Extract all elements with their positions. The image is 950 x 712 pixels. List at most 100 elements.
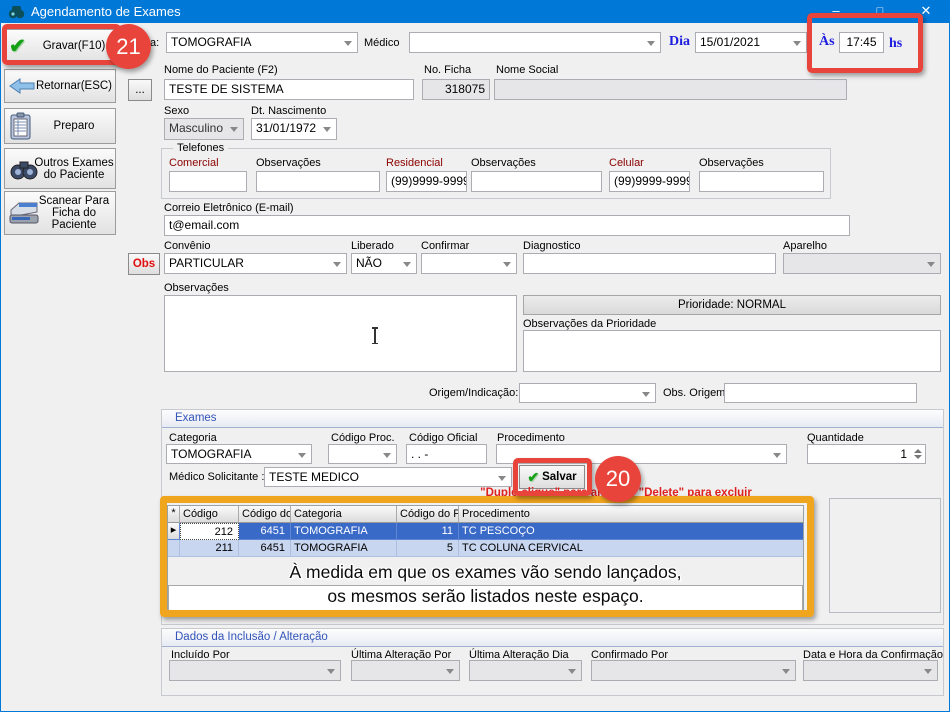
nascimento-select[interactable]: 31/01/1972 [251,118,337,140]
codigo-oficial-label: Código Oficial [409,432,477,444]
chevron-down-icon [403,262,411,267]
telefones-title: Telefones [173,142,228,154]
chevron-down-icon [344,41,352,46]
annotation-box-time [807,13,923,73]
ultima-alteracao-por-select[interactable] [351,660,460,681]
chevron-down-icon [793,41,801,46]
retornar-button[interactable]: Retornar(ESC) [4,69,116,103]
observacoes-label: Observações [164,282,229,294]
obs-residencial-input[interactable] [471,171,602,192]
liberado-label: Liberado [351,240,394,252]
medico-solicitante-label: Médico Solicitante : [169,471,264,483]
obs-origem-input[interactable] [724,383,917,403]
quantidade-stepper[interactable]: 1 [807,444,926,464]
retornar-label: Retornar(ESC) [36,80,112,92]
codigo-proc-label: Código Proc. [331,432,395,444]
sexo-value: Masculino [169,121,227,135]
liberado-value: NÃO [356,256,400,270]
sexo-label: Sexo [164,105,189,117]
chevron-down-icon [323,127,331,132]
quantidade-value: 1 [900,447,907,461]
ultima-alteracao-dia-select[interactable] [469,660,582,681]
ficha-field: 318075 [422,79,490,100]
codigo-oficial-input[interactable]: . . - [406,444,487,464]
chevron-down-icon [782,669,790,674]
comercial-label: Comercial [169,157,219,169]
convenio-label: Convênio [164,240,210,252]
medico-solicitante-value: TESTE MEDICO [269,470,495,484]
app-window: Agendamento de Exames – □ ✕ ✔ Gravar(F10… [0,0,950,712]
annotation-badge-20: 20 [595,456,641,502]
obs-comercial-input[interactable] [256,171,380,192]
celular-input[interactable]: (99)9999-9999 [609,171,690,192]
category-value: TOMOGRAFIA [171,35,341,49]
chevron-down-icon [568,669,576,674]
convenio-select[interactable]: PARTICULAR [164,253,347,274]
chevron-down-icon [333,262,341,267]
email-input[interactable]: t@email.com [164,215,850,236]
exames-section-title: Exames [162,410,943,428]
chevron-down-icon [498,476,506,481]
comercial-input[interactable] [169,171,247,192]
categoria-select[interactable]: TOMOGRAFIA [166,444,312,464]
incluido-por-select[interactable] [169,660,341,681]
medico-select[interactable] [409,32,661,53]
prioridade-obs-label: Observações da Prioridade [523,318,656,330]
diagnostico-label: Diagnostico [523,240,580,252]
quantidade-label: Quantidade [807,432,864,444]
aparelho-select[interactable] [783,253,941,274]
dia-select[interactable]: 15/01/2021 [695,32,807,53]
binoculars-icon [9,158,39,180]
obs-button[interactable]: Obs [128,253,160,275]
chevron-down-icon [647,41,655,46]
obs-celular-label: Observações [699,157,764,169]
dia-label: Dia [669,34,690,50]
medico-solicitante-select[interactable]: TESTE MEDICO [264,467,512,487]
origem-select[interactable] [519,383,656,403]
convenio-value: PARTICULAR [169,256,330,270]
sexo-select[interactable]: Masculino [164,118,244,140]
scanear-label: Scanear Para Ficha do Paciente [33,195,115,231]
nascimento-value: 31/01/1972 [256,121,320,135]
scanear-button[interactable]: Scanear Para Ficha do Paciente [4,191,116,235]
chevron-down-icon [503,262,511,267]
obs-celular-input[interactable] [699,171,824,192]
nome-social-label: Nome Social [496,64,558,76]
liberado-select[interactable]: NÃO [351,253,417,274]
residencial-input[interactable]: (99)9999-9999 [386,171,467,192]
scanner-icon [9,200,39,226]
confirmado-por-select[interactable] [591,660,796,681]
annotation-box-grid [160,496,814,617]
celular-label: Celular [609,157,644,169]
chevron-down-icon [298,453,306,458]
categoria-value: TOMOGRAFIA [171,447,295,461]
aparelho-label: Aparelho [783,240,827,252]
preparo-button[interactable]: Preparo [4,108,116,144]
arrow-left-icon [9,78,35,94]
category-select[interactable]: TOMOGRAFIA [166,32,358,53]
confirmar-select[interactable] [421,253,517,274]
stepper-up-icon[interactable] [914,449,922,453]
ficha-label: No. Ficha [424,64,471,76]
observacoes-textarea[interactable] [164,295,517,372]
diagnostico-input[interactable] [523,253,776,274]
chevron-down-icon [383,453,391,458]
procedimento-label: Procedimento [497,432,565,444]
clipboard-icon [9,112,33,140]
confirmar-label: Confirmar [421,240,469,252]
data-hora-confirmacao-select[interactable] [803,660,938,681]
prioridade-header: Prioridade: NORMAL [523,295,941,315]
stepper-down-icon[interactable] [914,455,922,459]
chevron-down-icon [230,127,238,132]
browse-patient-button[interactable]: ... [128,79,152,101]
codigo-proc-select[interactable] [328,444,397,464]
patient-name-input[interactable]: TESTE DE SISTEMA [164,79,414,100]
email-label: Correio Eletrônico (E-mail) [164,202,294,214]
dia-value: 15/01/2021 [700,35,790,49]
outros-exames-label: Outros Exames do Paciente [33,157,115,181]
preparo-label: Preparo [54,120,95,132]
outros-exames-button[interactable]: Outros Exames do Paciente [4,148,116,189]
prioridade-obs-textarea[interactable] [523,330,941,372]
category-label-fragment: a: [150,37,159,49]
dados-section-title: Dados da Inclusão / Alteração [162,629,943,647]
